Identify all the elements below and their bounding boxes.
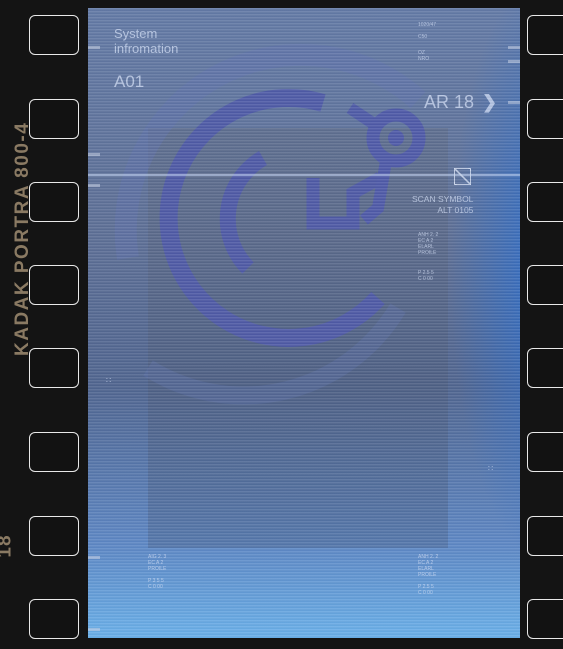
code-label: A01 — [114, 72, 145, 91]
sprocket-hole-right — [527, 182, 563, 222]
film-frame-image: System infromation A01 1020/47 C50 OZ NR… — [88, 8, 520, 638]
edge-tick — [88, 153, 100, 156]
sprocket-hole-right — [527, 15, 563, 55]
system-info-title: System infromation — [114, 26, 179, 56]
dot-marker: ∷ — [106, 376, 112, 385]
edge-tick — [508, 101, 520, 104]
bottom-left-readout: AIG 2. 3 EC A 2 PROILE P 3 5 5 C 0 00 — [148, 554, 167, 590]
sprocket-hole-left — [29, 599, 79, 639]
readout-b: P 2.5 5 C 0 00 — [418, 270, 434, 282]
sprocket-hole-right — [527, 348, 563, 388]
sprocket-hole-right — [527, 516, 563, 556]
sprocket-hole-right — [527, 599, 563, 639]
frame-number: 18 — [0, 534, 16, 558]
scan-symbol-icon — [454, 168, 471, 185]
chevron-right-icon: ❯ — [482, 92, 498, 112]
film-strip: KADAK PORTRA 800-4 18 System infromation… — [0, 0, 563, 649]
readout-a: ANH 2. 2 EC A 2 ELARL PROILE — [418, 232, 439, 256]
sprocket-hole-left — [29, 15, 79, 55]
edge-tick — [88, 184, 100, 187]
sprocket-hole-right — [527, 432, 563, 472]
edge-tick — [508, 60, 520, 63]
edge-tick — [88, 46, 100, 49]
top-right-readout: 1020/47 C50 OZ NRO — [418, 22, 437, 62]
edge-tick — [88, 628, 100, 631]
sprocket-hole-left — [29, 99, 79, 139]
sprocket-hole-right — [527, 99, 563, 139]
scan-symbol-label: SCAN SYMBOL ALT 0105 — [412, 194, 474, 215]
sprocket-hole-left — [29, 182, 79, 222]
sprocket-hole-left — [29, 265, 79, 305]
dot-marker: ∷ — [488, 464, 494, 473]
edge-tick — [88, 556, 100, 559]
bottom-right-readout: ANH 2. 2 EC A 2 ELARL PROILE P 2.5 5 C 0… — [418, 554, 439, 596]
sprocket-hole-left — [29, 516, 79, 556]
sprocket-hole-left — [29, 432, 79, 472]
sprocket-hole-right — [527, 265, 563, 305]
sprocket-hole-left — [29, 348, 79, 388]
ar-label: AR 18 ❯ — [424, 92, 498, 112]
film-brand-label: KADAK PORTRA 800-4 — [12, 121, 33, 356]
edge-tick — [508, 46, 520, 49]
